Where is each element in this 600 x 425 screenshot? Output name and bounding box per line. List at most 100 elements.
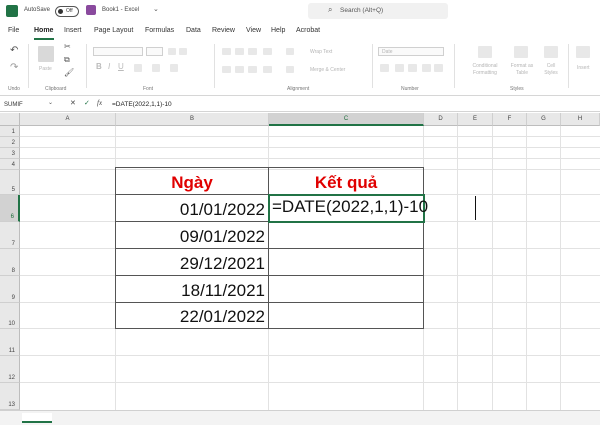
insert-cells-icon[interactable] (576, 46, 590, 58)
cell-styles-icon[interactable] (544, 46, 558, 58)
select-all-corner[interactable] (0, 113, 20, 126)
orientation-icon[interactable] (263, 48, 272, 55)
date-cell-b7[interactable]: 09/01/2022 (115, 221, 269, 249)
merge-center-button[interactable]: Merge & Center (310, 67, 345, 73)
tab-help[interactable]: Help (271, 27, 285, 34)
sheet-tab[interactable] (22, 413, 52, 423)
borders-icon[interactable] (134, 64, 142, 72)
table-header-result[interactable]: Kết quả (268, 167, 424, 195)
font-color-icon[interactable] (170, 64, 178, 72)
column-header-e[interactable]: E (458, 113, 493, 126)
tab-file[interactable]: File (8, 27, 19, 34)
tab-home[interactable]: Home (34, 27, 53, 34)
conditional-formatting-button[interactable]: Conditional Formatting (466, 63, 504, 77)
date-cell-b9[interactable]: 18/11/2021 (115, 275, 269, 303)
tab-view[interactable]: View (246, 27, 261, 34)
row-header-11[interactable]: 11 (0, 329, 20, 356)
copy-icon[interactable]: ⧉ (64, 55, 70, 65)
indent-icon[interactable] (263, 66, 272, 73)
column-header-f[interactable]: F (493, 113, 527, 126)
tab-data[interactable]: Data (186, 27, 201, 34)
row-header-13[interactable]: 13 (0, 383, 20, 410)
format-painter-icon[interactable]: 🖌 (64, 68, 74, 77)
enter-icon[interactable]: ✓ (84, 99, 90, 107)
column-header-d[interactable]: D (424, 113, 458, 126)
row-header-8[interactable]: 8 (0, 249, 20, 276)
row-header-1[interactable]: 1 (0, 126, 20, 137)
name-box-dropdown-icon[interactable]: ⌄ (48, 99, 53, 106)
insert-function-icon[interactable]: fx (97, 99, 102, 107)
cell-edit-formula[interactable]: =DATE(2022,1,1)-10 (272, 197, 428, 217)
underline-icon[interactable]: U (118, 62, 124, 71)
undo-icon[interactable]: ↶ (10, 45, 18, 56)
tab-review[interactable]: Review (212, 27, 235, 34)
column-header-c[interactable]: C (269, 113, 424, 126)
align-top-icon[interactable] (222, 48, 231, 55)
increase-decimal-icon[interactable] (422, 64, 431, 72)
row-header-5[interactable]: 5 (0, 170, 20, 195)
cell-styles-button[interactable]: Cell Styles (540, 63, 562, 77)
tab-page-layout[interactable]: Page Layout (94, 27, 133, 34)
column-header-g[interactable]: G (527, 113, 561, 126)
font-name-select[interactable] (93, 47, 143, 56)
column-header-a[interactable]: A (20, 113, 116, 126)
search-box[interactable]: ⌕ Search (Alt+Q) (308, 3, 448, 19)
save-icon[interactable] (86, 5, 96, 15)
sheet-tab-bar[interactable] (0, 410, 600, 425)
align-bottom-icon[interactable] (248, 48, 257, 55)
currency-icon[interactable] (380, 64, 389, 72)
name-box[interactable]: SUMIF (2, 99, 54, 111)
tab-insert[interactable]: Insert (64, 27, 82, 34)
date-cell-b6[interactable]: 01/01/2022 (115, 194, 269, 222)
align-right-icon[interactable] (248, 66, 257, 73)
align-middle-icon[interactable] (235, 48, 244, 55)
comma-icon[interactable] (408, 64, 417, 72)
column-header-b[interactable]: B (116, 113, 269, 126)
tab-acrobat[interactable]: Acrobat (296, 27, 320, 34)
align-center-icon[interactable] (235, 66, 244, 73)
wrap-text-icon[interactable] (286, 48, 294, 55)
gridline (492, 126, 493, 410)
result-cell-c8[interactable] (268, 248, 424, 276)
increase-font-icon[interactable] (168, 48, 176, 55)
merge-center-icon[interactable] (286, 66, 294, 73)
paste-icon[interactable] (38, 46, 54, 62)
autosave-toggle[interactable]: Off (55, 6, 79, 17)
row-header-12[interactable]: 12 (0, 356, 20, 383)
row-header-2[interactable]: 2 (0, 137, 20, 148)
wrap-text-button[interactable]: Wrap Text (310, 49, 332, 55)
result-cell-c7[interactable] (268, 221, 424, 249)
redo-icon[interactable]: ↷ (10, 62, 18, 73)
table-header-date[interactable]: Ngày (115, 167, 269, 195)
fill-color-icon[interactable] (152, 64, 160, 72)
conditional-formatting-icon[interactable] (478, 46, 492, 58)
excel-logo-icon (6, 5, 18, 17)
result-cell-c9[interactable] (268, 275, 424, 303)
row-header-7[interactable]: 7 (0, 222, 20, 249)
column-header-h[interactable]: H (561, 113, 600, 126)
format-as-table-button[interactable]: Format as Table (508, 63, 536, 77)
font-size-select[interactable] (146, 47, 163, 56)
cut-icon[interactable]: ✂ (64, 42, 71, 51)
bold-icon[interactable]: B (96, 62, 102, 71)
italic-icon[interactable]: I (108, 62, 110, 71)
chevron-down-icon[interactable]: ⌄ (153, 5, 159, 13)
insert-cells-button[interactable]: Insert (577, 65, 590, 71)
row-header-9[interactable]: 9 (0, 276, 20, 303)
align-left-icon[interactable] (222, 66, 231, 73)
date-cell-b10[interactable]: 22/01/2022 (115, 302, 269, 329)
format-as-table-icon[interactable] (514, 46, 528, 58)
tab-formulas[interactable]: Formulas (145, 27, 174, 34)
cancel-icon[interactable]: ✕ (70, 99, 76, 107)
decrease-decimal-icon[interactable] (434, 64, 443, 72)
row-header-6[interactable]: 6 (0, 195, 20, 222)
result-cell-c10[interactable] (268, 302, 424, 329)
percent-icon[interactable] (395, 64, 404, 72)
date-cell-b8[interactable]: 29/12/2021 (115, 248, 269, 276)
row-header-10[interactable]: 10 (0, 303, 20, 329)
formula-input[interactable]: =DATE(2022,1,1)-10 (112, 99, 172, 111)
table-header-date-label: Ngày (171, 173, 213, 192)
decrease-font-icon[interactable] (179, 48, 187, 55)
row-header-3[interactable]: 3 (0, 148, 20, 159)
row-header-4[interactable]: 4 (0, 159, 20, 170)
